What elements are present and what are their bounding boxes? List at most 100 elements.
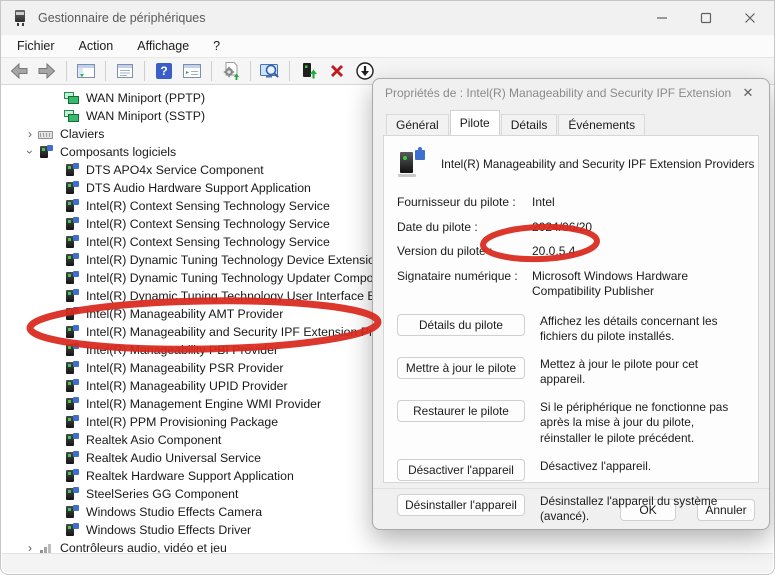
- field-value-date: 2024/06/20: [532, 220, 746, 236]
- toolbar-separator: [211, 61, 212, 81]
- field-value-signataire: Microsoft Windows Hardware Compatibility…: [532, 269, 746, 300]
- roll-back-driver-button[interactable]: Restaurer le pilote: [397, 400, 525, 422]
- keyboard-icon: [38, 127, 54, 142]
- close-icon[interactable]: [742, 10, 758, 26]
- action-row: Désactiver l'appareil Désactivez l'appar…: [397, 459, 746, 481]
- toolbar-separator: [289, 61, 290, 81]
- toolbar-separator: [105, 61, 106, 81]
- tree-item-label: WAN Miniport (PPTP): [86, 91, 205, 105]
- action-row: Détails du pilote Affichez les détails c…: [397, 314, 746, 344]
- scan-hardware-changes-icon[interactable]: [219, 60, 243, 82]
- tab-pilote[interactable]: Pilote: [450, 110, 500, 135]
- software-component-icon: [64, 181, 80, 196]
- software-component-icon: [64, 289, 80, 304]
- tree-item-label: SteelSeries GG Component: [86, 487, 238, 501]
- software-component-icon: [64, 253, 80, 268]
- dialog-tabs: Général Pilote Détails Événements: [386, 110, 646, 135]
- software-component-icon: [64, 271, 80, 286]
- properties-icon[interactable]: [113, 60, 137, 82]
- tree-item-label: Windows Studio Effects Camera: [86, 505, 262, 519]
- list-view-icon[interactable]: [180, 60, 204, 82]
- back-icon[interactable]: [7, 60, 31, 82]
- software-component-icon: [64, 433, 80, 448]
- disable-device-button[interactable]: Désactiver l'appareil: [397, 459, 525, 481]
- search-computer-icon[interactable]: [258, 60, 282, 82]
- toolbar-separator: [66, 61, 67, 81]
- title-bar: Gestionnaire de périphériques: [1, 1, 774, 35]
- field-label-signataire: Signataire numérique :: [397, 269, 532, 300]
- tree-item[interactable]: ›Contrôleurs audio, vidéo et jeu: [2, 539, 773, 554]
- device-name: Intel(R) Manageability and Security IPF …: [441, 157, 754, 171]
- tree-item-label: Intel(R) Dynamic Tuning Technology User …: [86, 289, 392, 303]
- tree-item-label: Intel(R) Dynamic Tuning Technology Devic…: [86, 253, 394, 267]
- driver-tab-pane: Intel(R) Manageability and Security IPF …: [383, 135, 759, 483]
- tree-item-label: Realtek Asio Component: [86, 433, 221, 447]
- software-component-icon: [64, 379, 80, 394]
- minimize-icon[interactable]: [654, 10, 670, 26]
- driver-details-description: Affichez les détails concernant les fich…: [540, 314, 746, 344]
- software-component-icon: [64, 235, 80, 250]
- action-row: Mettre à jour le pilote Mettez à jour le…: [397, 357, 746, 387]
- menu-help[interactable]: ?: [201, 37, 232, 55]
- tree-item-label: Intel(R) PPM Provisioning Package: [86, 415, 278, 429]
- software-component-icon: [397, 150, 427, 177]
- window-controls: [654, 10, 762, 26]
- menu-fichier[interactable]: Fichier: [5, 37, 67, 55]
- properties-dialog: Propriétés de : Intel(R) Manageability a…: [372, 78, 770, 530]
- software-component-icon: [64, 487, 80, 502]
- software-component-icon: [64, 307, 80, 322]
- menu-bar: Fichier Action Affichage ?: [1, 35, 774, 57]
- tree-item-label: Claviers: [60, 127, 104, 141]
- tree-item-label: Intel(R) Context Sensing Technology Serv…: [86, 235, 330, 249]
- tree-item-label: Intel(R) Dynamic Tuning Technology Updat…: [86, 271, 387, 285]
- update-driver-description: Mettez à jour le pilote pour cet apparei…: [540, 357, 746, 387]
- chevron-collapsed-icon[interactable]: ›: [22, 127, 38, 141]
- field-label-fournisseur: Fournisseur du pilote :: [397, 195, 532, 211]
- driver-details-button[interactable]: Détails du pilote: [397, 314, 525, 336]
- field-label-date: Date du pilote :: [397, 220, 532, 236]
- maximize-icon[interactable]: [698, 10, 714, 26]
- tree-item-label: Intel(R) Manageability PBI Provider: [86, 343, 278, 357]
- software-component-icon: [64, 523, 80, 538]
- tab-evenements[interactable]: Événements: [558, 114, 645, 135]
- tree-item-label: Intel(R) Manageability AMT Provider: [86, 307, 283, 321]
- svg-text:?: ?: [160, 64, 167, 78]
- driver-fields: Fournisseur du pilote : Intel Date du pi…: [397, 195, 746, 300]
- software-component-icon: [64, 415, 80, 430]
- software-component-icon: [64, 397, 80, 412]
- dialog-close-icon[interactable]: ✕: [739, 84, 757, 102]
- uninstall-device-description: Désinstallez l'appareil du système (avan…: [540, 494, 746, 524]
- show-console-tree-icon[interactable]: [74, 60, 98, 82]
- uninstall-device-button[interactable]: Désinstaller l'appareil: [397, 494, 525, 516]
- field-value-version: 20.0.5.4: [532, 244, 746, 260]
- tree-item-label: Intel(R) Manageability PSR Provider: [86, 361, 284, 375]
- tree-item-label: WAN Miniport (SSTP): [86, 109, 205, 123]
- menu-action[interactable]: Action: [67, 37, 126, 55]
- software-component-icon: [38, 145, 54, 160]
- software-component-icon: [64, 469, 80, 484]
- help-icon[interactable]: ?: [152, 60, 176, 82]
- uninstall-device-icon[interactable]: [325, 60, 349, 82]
- menu-affichage[interactable]: Affichage: [125, 37, 201, 55]
- toolbar-separator: [144, 61, 145, 81]
- field-value-fournisseur: Intel: [532, 195, 746, 211]
- tree-item-label: Realtek Hardware Support Application: [86, 469, 294, 483]
- tree-item-label: Intel(R) Management Engine WMI Provider: [86, 397, 321, 411]
- forward-icon[interactable]: [35, 60, 59, 82]
- action-row: Restaurer le pilote Si le périphérique n…: [397, 400, 746, 445]
- tree-item-label: Intel(R) Manageability UPID Provider: [86, 379, 288, 393]
- tab-general[interactable]: Général: [386, 114, 449, 135]
- update-driver-button[interactable]: Mettre à jour le pilote: [397, 357, 525, 379]
- device-manager-app-icon: [13, 10, 28, 26]
- tree-item-label: Windows Studio Effects Driver: [86, 523, 251, 537]
- tab-details[interactable]: Détails: [501, 114, 558, 135]
- action-row: Désinstaller l'appareil Désinstallez l'a…: [397, 494, 746, 524]
- chevron-expanded-icon[interactable]: ›: [23, 144, 37, 160]
- network-adapter-icon: [64, 91, 80, 106]
- software-component-icon: [64, 217, 80, 232]
- network-adapter-icon: [64, 109, 80, 124]
- software-component-icon: [64, 163, 80, 178]
- roll-back-driver-description: Si le périphérique ne fonctionne pas apr…: [540, 400, 746, 445]
- software-component-icon: [64, 199, 80, 214]
- update-driver-icon[interactable]: [297, 60, 321, 82]
